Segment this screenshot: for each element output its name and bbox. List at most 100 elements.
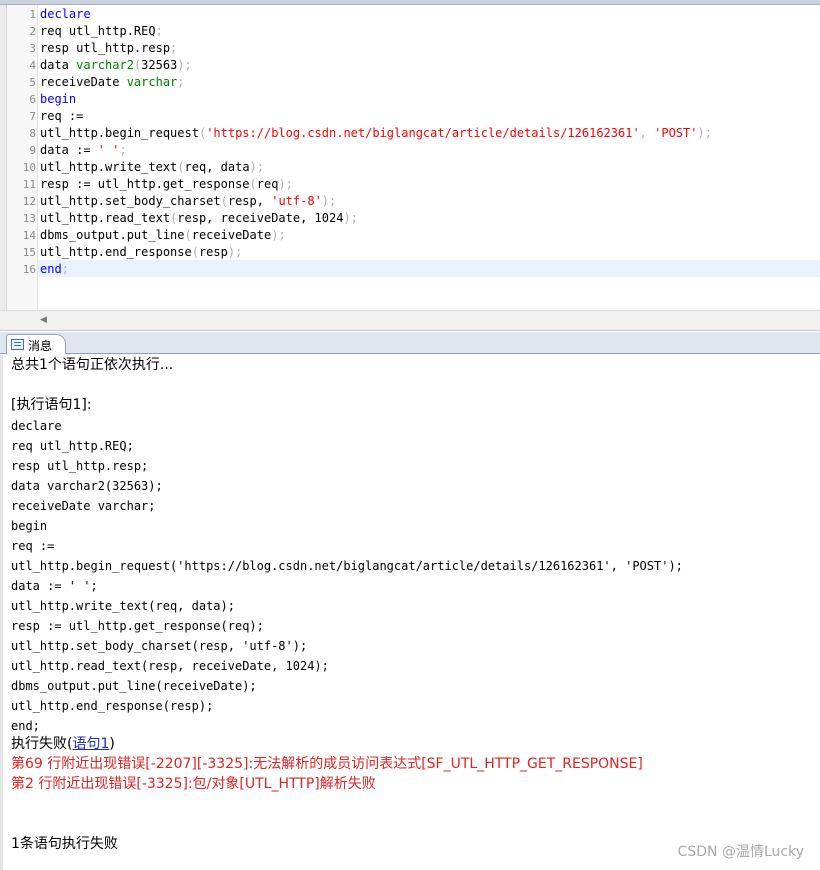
code-token: ' ' <box>97 143 120 157</box>
code-line[interactable]: 13 utl_http.read_text(resp, receiveDate, … <box>23 210 820 227</box>
code-token: 'https://blog.csdn.net/biglangcat/articl… <box>206 126 640 140</box>
code-text: req := <box>40 108 83 125</box>
tab-messages-label: 消息 <box>28 339 53 353</box>
line-number: 9 <box>29 144 36 157</box>
code-text: req utl_http.REQ; <box>40 23 163 40</box>
line-number: 1 <box>29 8 36 21</box>
fail-suffix: ) <box>109 736 115 752</box>
code-token: ); <box>343 211 358 225</box>
sql-echo-line: utl_http.begin_request('https://blog.csd… <box>11 559 683 573</box>
sql-echo-line: data := ' '; <box>11 579 98 593</box>
code-token: varchar <box>126 75 178 89</box>
code-token: ; <box>61 262 69 276</box>
sql-echo-line: utl_http.write_text(req, data); <box>11 599 235 613</box>
code-token: 'utf-8' <box>271 194 322 208</box>
code-line[interactable]: 3 resp utl_http.resp; <box>29 40 820 57</box>
code-text: utl_http.begin_request('https://blog.csd… <box>40 125 712 142</box>
code-token: ); <box>177 58 192 72</box>
sql-echo-line: utl_http.set_body_charset(resp, 'utf-8')… <box>11 639 308 653</box>
sql-echo-line: end; <box>11 719 40 733</box>
code-token: req utl_http.REQ <box>40 24 156 38</box>
code-token: begin <box>40 92 77 106</box>
scroll-left-arrow-icon[interactable]: ◀ <box>40 315 47 325</box>
statement-link[interactable]: 语句1 <box>72 736 109 752</box>
code-text: resp := utl_http.get_response(req); <box>40 176 293 193</box>
line-number: 11 <box>22 178 36 191</box>
tab-messages[interactable]: 消息 <box>6 334 66 354</box>
fail-count: 1条语句执行失败 <box>11 836 118 852</box>
code-token: ( <box>177 160 185 174</box>
line-number: 2 <box>29 25 36 38</box>
code-token: ; <box>155 24 163 38</box>
code-token: receiveDate <box>191 228 272 242</box>
code-text: data varchar2(32563); <box>40 57 192 74</box>
code-token: ; <box>177 75 185 89</box>
watermark: CSDN @温情Lucky <box>677 844 804 860</box>
sql-echo-line: receiveDate varchar; <box>11 499 156 513</box>
code-token: req, data <box>184 160 250 174</box>
line-number: 16 <box>22 263 36 276</box>
code-token: dbms_output.put_line <box>40 228 185 242</box>
line-number: 5 <box>29 76 36 89</box>
code-line[interactable]: 8 utl_http.begin_request('https://blog.cs… <box>29 125 820 142</box>
sql-echo-line: utl_http.read_text(resp, receiveDate, 10… <box>11 659 329 673</box>
code-token: ; <box>119 143 127 157</box>
code-line[interactable]: 6 begin <box>29 91 820 108</box>
code-text: utl_http.write_text(req, data); <box>40 159 264 176</box>
code-token: end <box>40 262 62 276</box>
code-line[interactable]: 14 dbms_output.put_line(receiveDate); <box>23 227 820 244</box>
code-text: dbms_output.put_line(receiveDate); <box>40 227 286 244</box>
line-number: 10 <box>22 161 36 174</box>
line-number: 12 <box>22 195 36 208</box>
code-token: 'POST' <box>654 126 698 140</box>
sql-echo-line: resp utl_http.resp; <box>11 459 149 473</box>
code-token: ); <box>249 160 264 174</box>
message-output: 总共1个语句正依次执行... [执行语句1]: declare req utl_h… <box>0 355 820 870</box>
code-line[interactable]: 1 declare <box>29 6 820 23</box>
exec-statement-label: [执行语句1]: <box>11 397 92 413</box>
line-number: 4 <box>29 59 36 72</box>
code-token: data := <box>40 143 98 157</box>
line-number: 15 <box>22 246 36 259</box>
line-number: 6 <box>29 93 36 106</box>
code-token: ( <box>184 228 192 242</box>
code-token: utl_http.set_body_charset <box>40 194 221 208</box>
code-text: end; <box>40 261 69 278</box>
code-line[interactable]: 2 req utl_http.REQ; <box>29 23 820 40</box>
code-token: resp, receiveDate, 1024 <box>177 211 344 225</box>
code-token: ); <box>278 177 293 191</box>
code-token: 32563 <box>141 58 178 72</box>
code-line[interactable]: 10 utl_http.write_text(req, data); <box>23 159 820 176</box>
code-token: , <box>639 126 655 140</box>
code-line[interactable]: 12 utl_http.set_body_charset(resp, 'utf-8… <box>23 193 820 210</box>
sql-echo-line: begin <box>11 519 48 533</box>
code-text: utl_http.set_body_charset(resp, 'utf-8')… <box>40 193 336 210</box>
message-icon <box>11 339 24 350</box>
editor-horizontal-scrollbar[interactable]: ◀ <box>0 310 820 331</box>
sql-editor[interactable]: 1 declare 2 req utl_http.REQ; 3 resp utl_http… <box>0 5 820 310</box>
code-line[interactable]: 9 data := ' '; <box>29 142 820 159</box>
sql-echo-line: resp := utl_http.get_response(req); <box>11 619 264 633</box>
code-token: resp := utl_http.get_response <box>40 177 250 191</box>
code-token: ); <box>271 228 286 242</box>
line-number: 7 <box>29 110 36 123</box>
code-token: ( <box>220 194 228 208</box>
code-line[interactable]: 15 utl_http.end_response(resp); <box>23 244 820 261</box>
code-line[interactable]: 11 resp := utl_http.get_response(req); <box>23 176 820 193</box>
code-text: data := ' '; <box>40 142 127 159</box>
code-line[interactable]: 7 req := <box>29 108 820 125</box>
fail-prefix: 执行失败( <box>11 736 73 752</box>
code-token: ( <box>249 177 257 191</box>
code-token: ); <box>227 245 243 259</box>
error-message-2: 第2 行附近出现错误[-3325]:包/对象[UTL_HTTP]解析失败 <box>11 776 376 792</box>
code-line[interactable]: 4 data varchar2(32563); <box>29 57 820 74</box>
sql-echo-line: declare <box>11 419 62 433</box>
code-line[interactable]: 16 end; <box>23 261 820 278</box>
code-token: ); <box>697 126 712 140</box>
code-area[interactable]: 1 declare 2 req utl_http.REQ; 3 resp utl_http… <box>23 5 820 310</box>
code-token: resp, <box>227 194 272 208</box>
code-token: varchar2 <box>76 58 134 72</box>
error-message-1: 第69 行附近出现错误[-2207][-3325]:无法解析的成员访问表达式[S… <box>11 756 643 772</box>
fail-status: 执行失败(语句1) <box>11 736 115 752</box>
code-line[interactable]: 5 receiveDate varchar; <box>29 74 820 91</box>
